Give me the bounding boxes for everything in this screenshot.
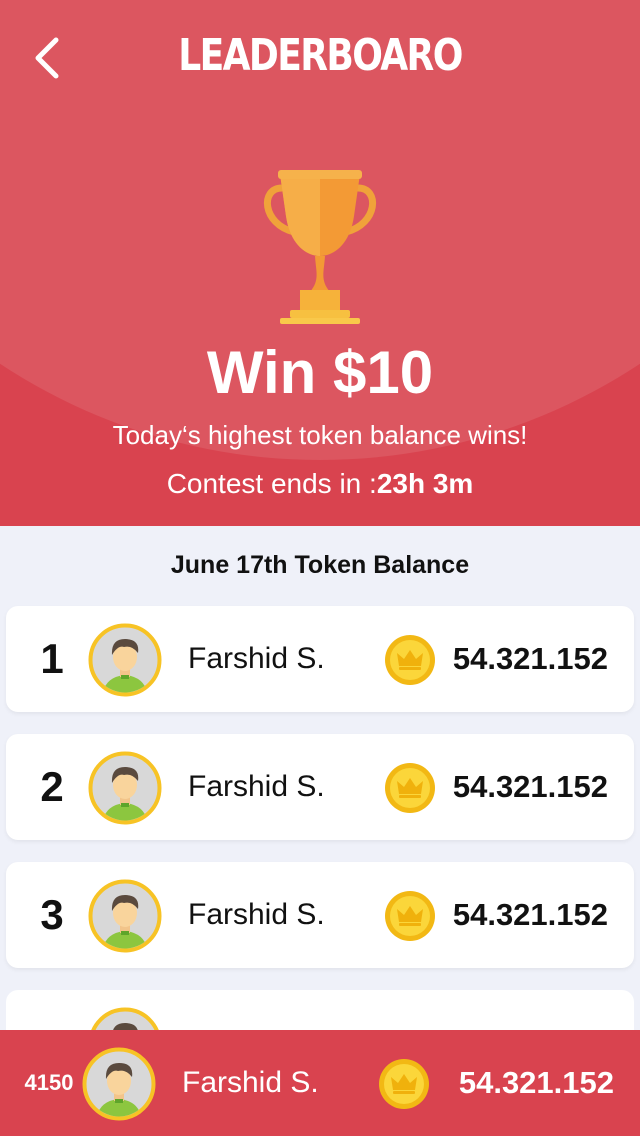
leaderboard-row[interactable]: 2 Farshid S. 54.321.152 bbox=[6, 734, 634, 840]
token-balance: 54.321.152 bbox=[452, 641, 608, 676]
player-name: Farshid S. bbox=[188, 770, 325, 803]
contest-countdown: Contest ends in :23h 3m bbox=[0, 468, 640, 500]
rank-number: 1 bbox=[40, 635, 64, 682]
crown-coin-icon bbox=[384, 890, 436, 942]
crown-coin-icon bbox=[384, 762, 436, 814]
prize-subtitle: Today‘s highest token balance wins! bbox=[112, 420, 528, 450]
contest-label: Contest ends in : bbox=[166, 468, 377, 499]
user-avatar-icon bbox=[82, 1047, 156, 1121]
leaderboard-list: 1 Farshid S. 54.321.152 2 Farshid S. 54.… bbox=[6, 606, 634, 990]
leaderboard-row[interactable]: 1 Farshid S. 54.321.152 bbox=[6, 606, 634, 712]
trophy-icon bbox=[264, 170, 376, 324]
user-avatar-icon bbox=[88, 623, 162, 697]
prize-heading: Win $10 bbox=[206, 339, 434, 406]
header-banner: LEADERBOARO Win $10 Today‘s highest toke… bbox=[0, 0, 640, 526]
current-user-rank: 4150 bbox=[24, 1070, 74, 1095]
token-balance: 54.321.152 bbox=[452, 769, 608, 804]
page-title: LEADERBOARO bbox=[178, 30, 463, 81]
current-user-balance: 54.321.152 bbox=[458, 1065, 614, 1100]
current-user-name: Farshid S. bbox=[182, 1066, 319, 1099]
crown-coin-icon bbox=[378, 1058, 430, 1110]
crown-coin-icon bbox=[384, 634, 436, 686]
contest-time: 23h 3m bbox=[376, 468, 474, 499]
current-user-bar[interactable]: 4150 Farshid S. 54.321.152 bbox=[0, 1030, 640, 1136]
user-avatar-icon bbox=[88, 751, 162, 825]
section-title: June 17th Token Balance bbox=[170, 551, 470, 579]
leaderboard-row[interactable]: 3 Farshid S. 54.321.152 bbox=[6, 862, 634, 968]
rank-number: 2 bbox=[40, 763, 64, 810]
token-balance: 54.321.152 bbox=[452, 897, 608, 932]
player-name: Farshid S. bbox=[188, 898, 325, 931]
user-avatar-icon bbox=[88, 879, 162, 953]
player-name: Farshid S. bbox=[188, 642, 325, 675]
rank-number: 3 bbox=[40, 891, 64, 938]
